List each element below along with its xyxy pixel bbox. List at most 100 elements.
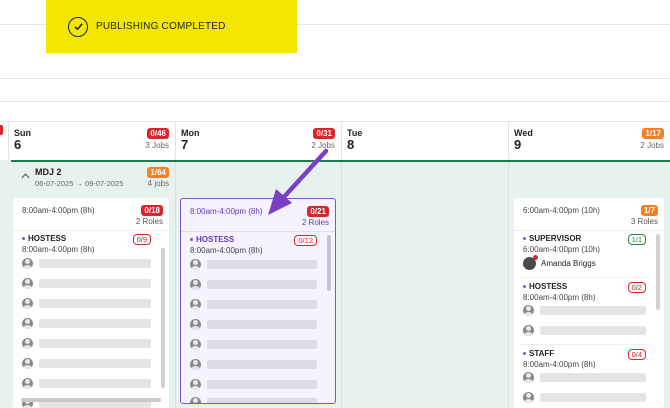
day-fill-badge: 0/46: [147, 128, 169, 139]
role-name: SUPERVISOR: [529, 234, 582, 243]
empty-avatar-icon: [190, 258, 201, 270]
assignee-name: Amanda Briggs: [541, 258, 596, 268]
empty-avatar-icon: [22, 337, 33, 349]
prev-day-badge-edge: [0, 125, 3, 135]
empty-avatar-icon: [22, 357, 33, 369]
role-hostess[interactable]: HOSTESS 8:00am-4:00pm (8h) 0/2: [523, 282, 646, 336]
empty-avatar-icon: [22, 257, 33, 269]
empty-avatar-icon: [523, 324, 534, 336]
toast-message: PUBLISHING COMPLETED: [96, 21, 226, 32]
project-band-line: [11, 160, 670, 162]
empty-slot[interactable]: [523, 323, 646, 337]
job-roles-count: 2 Roles: [301, 218, 329, 227]
empty-slot[interactable]: [190, 337, 317, 351]
empty-slot[interactable]: [22, 356, 151, 370]
job-fill-badge: 0/21: [307, 206, 329, 217]
user-avatar: [523, 254, 538, 270]
card-scrollbar[interactable]: [656, 234, 660, 310]
column-divider: [175, 162, 176, 408]
day-fill-badge: 0/31: [313, 128, 335, 139]
empty-slot[interactable]: [22, 256, 151, 270]
role-fill-badge: 0/4: [627, 349, 646, 360]
empty-avatar-icon: [190, 338, 201, 350]
job-card-wed[interactable]: 6:00am-4:00pm (10h) 1/7 3 Roles SUPERVIS…: [514, 198, 664, 408]
job-time: 8:00am-4:00pm (8h): [22, 206, 95, 215]
divider: [0, 101, 670, 102]
empty-slot[interactable]: [22, 296, 151, 310]
empty-slot[interactable]: [22, 316, 151, 330]
empty-avatar-icon: [523, 391, 534, 403]
publishing-toast: PUBLISHING COMPLETED: [46, 0, 297, 53]
collapse-chevron-icon[interactable]: [21, 171, 30, 182]
day-number: 6: [14, 137, 22, 152]
role-hostess[interactable]: HOSTESS 8:00am-4:00pm (8h) 0/12: [190, 235, 317, 403]
empty-avatar-icon: [523, 304, 534, 316]
empty-slot[interactable]: [22, 336, 151, 350]
empty-avatar-icon: [190, 298, 201, 310]
check-circle-icon: [68, 16, 88, 37]
day-jobs-count: 2 Jobs: [640, 141, 664, 150]
job-time: 6:00am-4:00pm (10h): [523, 206, 600, 215]
empty-avatar-icon: [190, 278, 201, 290]
job-card-sun[interactable]: 8:00am-4:00pm (8h) 0/18 2 Roles HOSTESS …: [13, 198, 169, 408]
day-header-wed[interactable]: Wed 9 1/17 2 Jobs: [508, 121, 670, 159]
divider: [0, 78, 670, 79]
empty-slot[interactable]: [22, 376, 151, 390]
day-header-sun[interactable]: Sun 6 0/46 3 Jobs: [8, 121, 175, 159]
job-card-mon-selected[interactable]: 8:00am-4:00pm (8h) 0/21 2 Roles HOSTESS …: [180, 198, 336, 404]
day-jobs-count: 2 Jobs: [311, 141, 335, 150]
job-fill-badge: 1/7: [640, 205, 658, 216]
role-fill-badge: 0/2: [627, 282, 646, 293]
role-staff[interactable]: STAFF 8:00am-4:00pm (8h) 0/4: [523, 349, 646, 403]
empty-slot[interactable]: [190, 377, 317, 391]
project-dates: 06-07-2025 → 09-07-2025: [35, 179, 124, 188]
role-name: HOSTESS: [28, 234, 67, 243]
empty-avatar-icon: [22, 377, 33, 389]
role-time: 8:00am-4:00pm (8h): [190, 246, 263, 255]
empty-slot[interactable]: [523, 303, 646, 317]
day-number: 8: [347, 137, 355, 152]
job-fill-badge: 0/18: [141, 205, 163, 216]
empty-avatar-icon: [22, 297, 33, 309]
card-horizontal-scrollbar[interactable]: [21, 398, 161, 402]
card-scrollbar[interactable]: [327, 235, 331, 291]
role-supervisor[interactable]: SUPERVISOR 6:00am-4:00pm (10h) 1/1 Amand…: [523, 234, 646, 270]
empty-avatar-icon: [190, 358, 201, 370]
column-divider: [341, 162, 342, 408]
project-jobs-count: 4 jobs: [147, 179, 169, 188]
empty-slot[interactable]: [190, 257, 317, 271]
column-divider: [508, 162, 509, 408]
assigned-slot[interactable]: Amanda Briggs: [523, 254, 646, 270]
day-header-mon[interactable]: Mon 7 0/31 2 Jobs: [175, 121, 341, 159]
empty-slot[interactable]: [190, 277, 317, 291]
empty-slot[interactable]: [22, 276, 151, 290]
role-time: 8:00am-4:00pm (8h): [523, 293, 596, 302]
job-roles-count: 3 Roles: [630, 217, 658, 226]
empty-avatar-icon: [22, 317, 33, 329]
empty-avatar-icon: [523, 371, 534, 383]
role-fill-badge: 1/1: [627, 234, 646, 245]
role-fill-badge: 0/12: [294, 235, 317, 246]
role-name: HOSTESS: [529, 282, 568, 291]
role-time: 8:00am-4:00pm (8h): [22, 245, 95, 254]
day-header-tue[interactable]: Tue 8: [341, 121, 508, 159]
role-hostess[interactable]: HOSTESS 8:00am-4:00pm (8h) 0/9: [22, 234, 151, 408]
role-time: 8:00am-4:00pm (8h): [523, 360, 596, 369]
card-scrollbar[interactable]: [161, 248, 165, 388]
empty-slot[interactable]: [190, 395, 317, 403]
empty-slot[interactable]: [190, 357, 317, 371]
role-fill-badge: 0/9: [132, 234, 151, 245]
project-row[interactable]: MDJ 2 06-07-2025 → 09-07-2025 1/64 4 job…: [11, 163, 171, 190]
empty-avatar-icon: [22, 277, 33, 289]
job-roles-count: 2 Roles: [135, 217, 163, 226]
empty-avatar-icon: [190, 378, 201, 390]
empty-slot[interactable]: [523, 370, 646, 384]
empty-avatar-icon: [190, 396, 201, 403]
role-name: STAFF: [529, 349, 555, 358]
project-name: MDJ 2: [35, 167, 62, 177]
empty-slot[interactable]: [190, 297, 317, 311]
role-time: 6:00am-4:00pm (10h): [523, 245, 600, 254]
empty-slot[interactable]: [190, 317, 317, 331]
empty-slot[interactable]: [523, 390, 646, 404]
empty-avatar-icon: [190, 318, 201, 330]
